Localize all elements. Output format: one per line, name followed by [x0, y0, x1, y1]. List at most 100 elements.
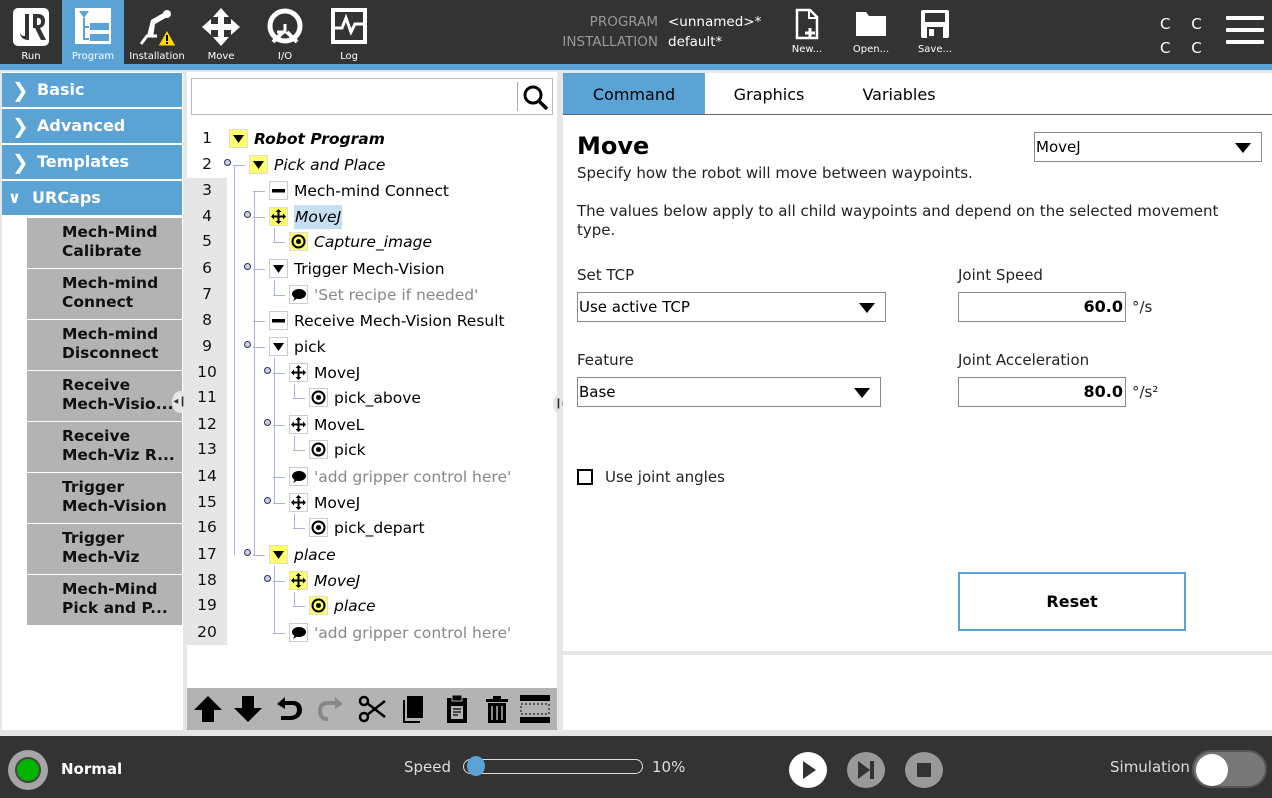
urcap-item[interactable]: Trigger Mech-Viz [27, 524, 182, 574]
expand-pin-icon[interactable] [264, 575, 271, 582]
tree-node[interactable]: MoveL [314, 413, 364, 437]
tree-connector [274, 280, 275, 295]
joint-speed-input[interactable]: 60.0 [958, 292, 1126, 322]
tree-node[interactable]: pick_above [334, 386, 421, 410]
tree-node[interactable]: Receive Mech-Vision Result [294, 309, 505, 333]
nav-io[interactable]: I/O [254, 0, 316, 64]
tree-connector [274, 228, 275, 242]
step-button[interactable] [847, 752, 885, 788]
suppress-icon[interactable] [519, 694, 551, 724]
save-button[interactable]: Save... [907, 0, 963, 64]
move-type-dropdown[interactable]: MoveJ [1034, 132, 1262, 162]
program-info-values: <unnamed>* default* [668, 12, 761, 52]
urcap-item[interactable]: Trigger Mech-Vision [27, 473, 182, 523]
tree-search-input[interactable] [191, 78, 553, 115]
category-advanced[interactable]: ❯ Advanced [2, 109, 182, 143]
search-input[interactable] [194, 81, 514, 112]
urcap-item-line1: Trigger [62, 478, 125, 496]
left-collapse-handle[interactable]: ◂❙ [172, 391, 188, 413]
expand-pin-icon[interactable] [264, 497, 271, 504]
use-joint-angles-checkbox[interactable] [577, 469, 593, 485]
tree-node[interactable]: place [294, 543, 336, 567]
simulation-toggle[interactable] [1192, 750, 1267, 788]
tree-node[interactable]: MoveJ [314, 491, 360, 515]
tree-node[interactable]: place [334, 594, 376, 618]
cc-row-1: C C [1160, 15, 1210, 33]
tree-node[interactable]: 'add gripper control here' [314, 465, 511, 489]
category-templates[interactable]: ❯ Templates [2, 145, 182, 179]
tree-node[interactable]: MoveJ [314, 569, 360, 593]
tree-connector [294, 436, 295, 450]
expand-pin-icon[interactable] [224, 159, 231, 166]
open-button[interactable]: Open... [843, 0, 899, 64]
move-up-icon[interactable] [192, 694, 224, 724]
expand-pin-icon[interactable] [264, 367, 271, 374]
move-down-icon[interactable] [232, 694, 264, 724]
urcap-item[interactable]: Mech-Mind Pick and P... [27, 575, 182, 625]
line-number: 6 [202, 259, 212, 277]
waypoint-icon [289, 232, 308, 251]
new-button[interactable]: New... [779, 0, 835, 64]
expand-pin-icon[interactable] [244, 549, 251, 556]
nav-run[interactable]: Run [0, 0, 62, 64]
set-tcp-label: Set TCP [577, 266, 635, 284]
tree-connector [253, 347, 265, 348]
set-tcp-dropdown[interactable]: Use active TCP [577, 292, 886, 322]
tree-node[interactable]: MoveJ [294, 205, 343, 229]
joint-speed-label: Joint Speed [958, 266, 1043, 284]
nav-installation[interactable]: Installation [126, 0, 188, 64]
tree-node[interactable]: pick_depart [334, 516, 425, 540]
nav-log[interactable]: Log [318, 0, 380, 64]
comment-bubble-icon [289, 285, 308, 304]
robot-status-indicator[interactable] [8, 750, 48, 790]
stop-button[interactable] [905, 752, 943, 788]
tree-node[interactable]: Capture_image [314, 230, 432, 254]
tree-node[interactable]: pick [334, 438, 366, 462]
tab-command[interactable]: Command [563, 73, 705, 114]
expand-pin-icon[interactable] [264, 419, 271, 426]
expand-pin-icon[interactable] [244, 263, 251, 270]
tree-node[interactable]: 'Set recipe if needed' [314, 283, 478, 307]
nav-move[interactable]: Move [190, 0, 252, 64]
copy-icon[interactable] [399, 694, 431, 724]
tree-node[interactable]: Robot Program [254, 127, 385, 151]
expand-pin-icon[interactable] [244, 341, 251, 348]
play-button[interactable] [789, 752, 827, 788]
line-number: 8 [202, 311, 212, 329]
tree-node[interactable]: Mech-mind Connect [294, 179, 449, 203]
undo-icon[interactable] [273, 694, 305, 724]
comment-bubble-icon [289, 467, 308, 486]
urcap-item[interactable]: Mech-Mind Calibrate [27, 218, 182, 268]
dropdown-arrow-icon [859, 303, 875, 313]
search-icon[interactable] [522, 84, 550, 112]
urcap-item[interactable]: Mech-mind Disconnect [27, 320, 182, 370]
hamburger-menu-button[interactable] [1226, 16, 1264, 48]
urcap-item[interactable]: Mech-mind Connect [27, 269, 182, 319]
nav-program[interactable]: Program [62, 0, 124, 64]
feature-dropdown[interactable]: Base [577, 377, 881, 407]
reset-button[interactable]: Reset [958, 572, 1186, 631]
open-label: Open... [852, 44, 890, 55]
line-number: 20 [197, 623, 217, 641]
cut-icon[interactable] [357, 694, 389, 724]
speed-slider-track[interactable] [463, 759, 643, 774]
tree-node[interactable]: MoveJ [314, 361, 360, 385]
redo-icon[interactable] [315, 694, 347, 724]
urcap-item[interactable]: Receive Mech-Viz R... [27, 422, 182, 472]
tree-node[interactable]: pick [294, 335, 326, 359]
category-basic[interactable]: ❯ Basic [2, 73, 182, 107]
nav-move-label: Move [207, 51, 235, 62]
tree-node[interactable]: Trigger Mech-Vision [294, 257, 445, 281]
paste-icon[interactable] [441, 694, 473, 724]
category-urcaps[interactable]: ∨ URCaps [2, 181, 182, 215]
urcap-node-icon [269, 311, 288, 330]
joint-accel-input[interactable]: 80.0 [958, 377, 1126, 407]
tree-node[interactable]: 'add gripper control here' [314, 621, 511, 645]
line-number: 12 [197, 415, 217, 433]
tree-node[interactable]: Pick and Place [274, 153, 385, 177]
expand-pin-icon[interactable] [244, 211, 251, 218]
tab-variables[interactable]: Variables [838, 73, 960, 114]
urcap-item[interactable]: Receive Mech-Visio... [27, 371, 182, 421]
delete-icon[interactable] [481, 694, 513, 724]
tab-graphics[interactable]: Graphics [705, 73, 833, 114]
